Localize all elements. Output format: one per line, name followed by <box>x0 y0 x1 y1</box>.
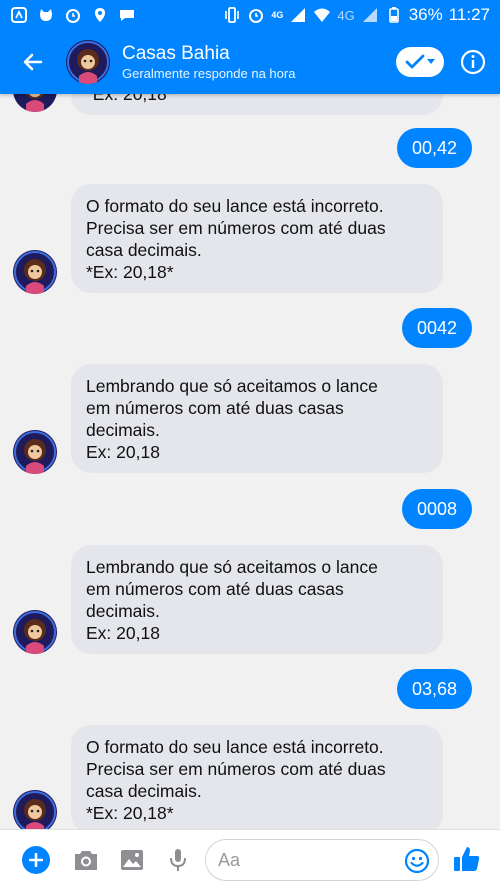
wifi-icon <box>314 8 331 22</box>
check-icon <box>405 54 425 69</box>
avatar <box>13 94 57 112</box>
message-line: em números com até duas casas <box>86 579 344 599</box>
location-icon <box>95 8 105 22</box>
message-line: Ex: 20,18 <box>86 442 160 462</box>
battery-percentage: 36% <box>408 5 443 24</box>
message-list[interactable]: *Ex: 20,18* 00,42 O formato do seu lance… <box>0 94 500 829</box>
message-line: Ex: 20,18 <box>86 623 160 643</box>
status-bar: 4G 4G 36% 11:27 <box>0 0 500 30</box>
message-line: casa decimais. <box>86 240 202 260</box>
vibrate-icon <box>225 7 240 23</box>
message-line: *Ex: 20,18* <box>86 803 174 823</box>
message-line: O formato do seu lance está incorreto. <box>86 196 384 216</box>
avatar-image <box>13 430 57 474</box>
bot-message: O formato do seu lance está incorreto. P… <box>71 184 443 293</box>
message-line: O formato do seu lance está incorreto. <box>86 737 384 757</box>
microphone-icon[interactable] <box>164 847 192 873</box>
avatar <box>13 250 57 294</box>
network-type-label: 4G <box>271 10 284 20</box>
avatar-image <box>13 790 57 829</box>
battery-icon <box>388 7 399 23</box>
message-line: Lembrando que só aceitamos o lance <box>86 376 378 396</box>
message-line: *Ex: 20,18* <box>86 262 174 282</box>
message-line: decimais. <box>86 601 160 621</box>
cat-icon <box>40 9 52 21</box>
info-icon[interactable] <box>460 49 486 75</box>
conversation-header: Casas Bahia Geralmente responde na hora <box>0 30 500 94</box>
page-title: Casas Bahia <box>122 43 230 64</box>
chat-app-icon <box>120 10 134 21</box>
thumbs-up-icon[interactable] <box>452 844 482 874</box>
avatar-image <box>66 40 110 84</box>
app-notification-icon <box>11 7 27 23</box>
gallery-icon[interactable] <box>118 847 146 873</box>
avatar-image <box>13 610 57 654</box>
message-line: Lembrando que só aceitamos o lance <box>86 557 378 577</box>
message-line: casa decimais. <box>86 781 202 801</box>
network-type-label-2: 4G <box>337 7 355 23</box>
message-line: Precisa ser em números com até duas <box>86 218 386 238</box>
alarm-icon <box>249 9 264 23</box>
camera-icon[interactable] <box>72 847 100 873</box>
back-button[interactable] <box>0 30 66 94</box>
message-input-placeholder: Aa <box>218 849 241 870</box>
avatar[interactable] <box>66 40 110 84</box>
user-message: 00,42 <box>396 128 472 168</box>
signal-icon <box>291 8 306 22</box>
emoji-icon[interactable] <box>404 848 430 874</box>
avatar <box>13 610 57 654</box>
message-line: decimais. <box>86 420 160 440</box>
user-message: 0042 <box>401 308 472 348</box>
message-line: em números com até duas casas <box>86 398 344 418</box>
bot-message: O formato do seu lance está incorreto. P… <box>71 725 443 829</box>
plus-icon <box>29 853 43 867</box>
avatar <box>13 430 57 474</box>
clock: 11:27 <box>448 5 490 24</box>
user-message: 03,68 <box>396 669 472 709</box>
chevron-down-icon <box>427 59 435 64</box>
avatar <box>13 790 57 829</box>
avatar-image <box>13 94 57 112</box>
signal-icon <box>362 8 377 22</box>
bot-message: *Ex: 20,18* <box>71 94 443 115</box>
mark-done-button[interactable] <box>396 47 444 77</box>
bot-message: Lembrando que só aceitamos o lance em nú… <box>71 364 443 473</box>
back-arrow-icon <box>23 53 43 71</box>
response-time-subtitle: Geralmente responde na hora <box>122 66 296 81</box>
message-line: Precisa ser em números com até duas <box>86 759 386 779</box>
user-message: 0008 <box>401 489 472 529</box>
message-input[interactable]: Aa <box>205 839 439 881</box>
avatar-image <box>13 250 57 294</box>
more-actions-button[interactable] <box>22 846 50 874</box>
message-line: *Ex: 20,18* <box>86 94 174 104</box>
message-composer: Aa <box>0 829 500 889</box>
alarm-icon <box>66 9 80 23</box>
bot-message: Lembrando que só aceitamos o lance em nú… <box>71 545 443 654</box>
